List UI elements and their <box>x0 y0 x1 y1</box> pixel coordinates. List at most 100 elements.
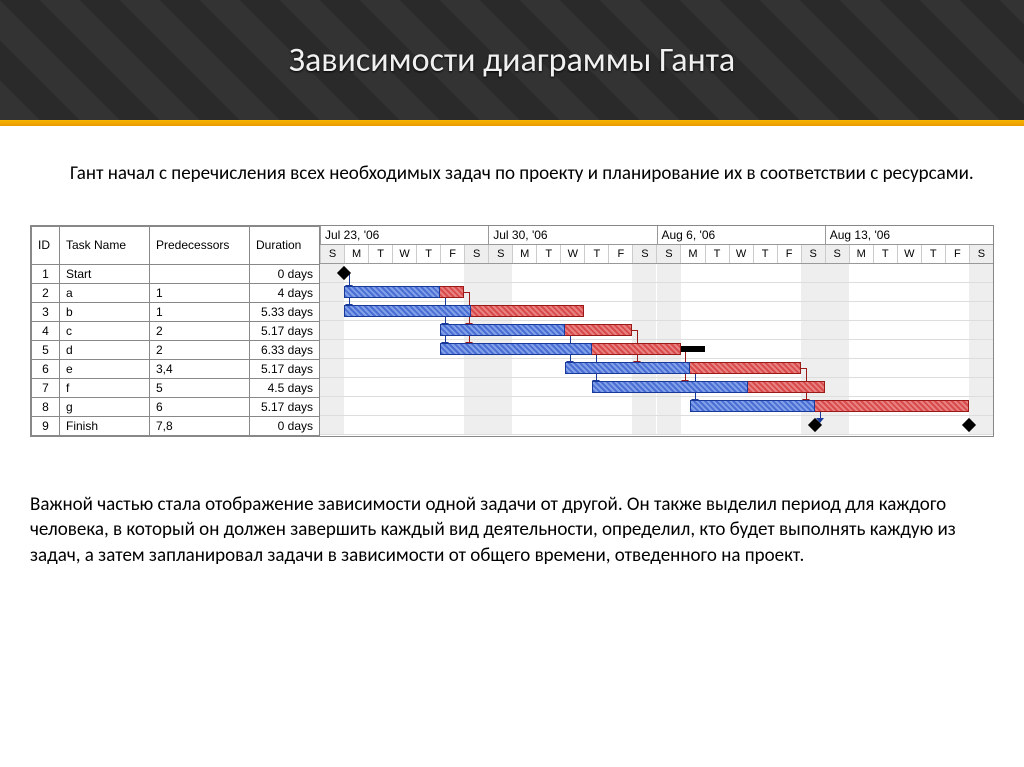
timeline: Jul 23, '06Jul 30, '06Aug 6, '06Aug 13, … <box>320 226 993 436</box>
day-label: M <box>344 245 368 263</box>
day-label: F <box>608 245 632 263</box>
table-row: 1Start 0 days <box>32 264 320 283</box>
day-label: S <box>464 245 488 263</box>
col-name: Task Name <box>60 226 150 264</box>
cell-dur: 5.33 days <box>250 302 320 321</box>
cell-dur: 0 days <box>250 264 320 283</box>
day-label: F <box>945 245 969 263</box>
cell-dur: 6.33 days <box>250 340 320 359</box>
cell-name: Finish <box>60 416 150 435</box>
cell-name: c <box>60 321 150 340</box>
day-label: S <box>801 245 825 263</box>
day-label: W <box>560 245 584 263</box>
day-label: S <box>656 245 680 263</box>
cell-dur: 5.17 days <box>250 321 320 340</box>
cell-name: b <box>60 302 150 321</box>
day-label: T <box>705 245 729 263</box>
slide-content: Гант начал с перечисления всех необходим… <box>0 126 1024 569</box>
cell-pred: 2 <box>150 340 250 359</box>
slide-header: Зависимости диаграммы Ганта <box>0 0 1024 120</box>
table-row: 8g65.17 days <box>32 397 320 416</box>
timeline-weeks: Jul 23, '06Jul 30, '06Aug 6, '06Aug 13, … <box>320 226 993 245</box>
table-row: 3b15.33 days <box>32 302 320 321</box>
timeline-days: SMTWTFSSMTWTFSSMTWTFSSMTWTFS <box>320 245 993 264</box>
col-id: ID <box>32 226 60 264</box>
day-label: T <box>536 245 560 263</box>
gantt-row <box>320 264 993 283</box>
day-label: T <box>753 245 777 263</box>
task-table-header-row: ID Task Name Predecessors Duration <box>32 226 320 264</box>
cell-id: 6 <box>32 359 60 378</box>
gantt-bar-blue <box>344 305 471 317</box>
outtro-paragraph: Важной частью стала отображение зависимо… <box>30 492 994 569</box>
cell-id: 7 <box>32 378 60 397</box>
cell-pred: 5 <box>150 378 250 397</box>
cell-name: Start <box>60 264 150 283</box>
day-label: S <box>825 245 849 263</box>
gantt-bar-blue <box>592 381 748 393</box>
gantt-bar-red <box>801 400 969 412</box>
gantt-bar-blue <box>565 362 690 374</box>
cell-id: 2 <box>32 283 60 302</box>
table-row: 9Finish7,80 days <box>32 416 320 435</box>
day-label: M <box>849 245 873 263</box>
cell-pred: 1 <box>150 283 250 302</box>
day-label: T <box>416 245 440 263</box>
task-table: ID Task Name Predecessors Duration 1Star… <box>31 226 320 436</box>
cell-id: 1 <box>32 264 60 283</box>
cell-pred: 1 <box>150 302 250 321</box>
cell-id: 8 <box>32 397 60 416</box>
day-label: T <box>873 245 897 263</box>
cell-pred: 7,8 <box>150 416 250 435</box>
slide-title: Зависимости диаграммы Ганта <box>289 40 735 81</box>
gantt-row <box>320 416 993 435</box>
col-dur: Duration <box>250 226 320 264</box>
week-label: Jul 30, '06 <box>488 226 656 244</box>
week-label: Aug 13, '06 <box>825 226 993 244</box>
gantt-bar-red <box>464 305 584 317</box>
day-label: W <box>392 245 416 263</box>
table-row: 7f54.5 days <box>32 378 320 397</box>
day-label: M <box>512 245 536 263</box>
cell-name: e <box>60 359 150 378</box>
day-label: T <box>368 245 392 263</box>
cell-pred: 6 <box>150 397 250 416</box>
col-pred: Predecessors <box>150 226 250 264</box>
cell-id: 5 <box>32 340 60 359</box>
gantt-bar-blue <box>690 400 815 412</box>
cell-name: a <box>60 283 150 302</box>
day-label: M <box>680 245 704 263</box>
cell-name: g <box>60 397 150 416</box>
intro-paragraph: Гант начал с перечисления всех необходим… <box>30 161 994 187</box>
cell-name: d <box>60 340 150 359</box>
cell-dur: 5.17 days <box>250 359 320 378</box>
day-label: F <box>440 245 464 263</box>
cell-name: f <box>60 378 150 397</box>
timeline-body <box>320 264 993 435</box>
gantt-bar-blue <box>344 286 440 298</box>
cell-pred: 3,4 <box>150 359 250 378</box>
gantt-bar-blue <box>440 343 591 355</box>
table-row: 4c25.17 days <box>32 321 320 340</box>
cell-dur: 5.17 days <box>250 397 320 416</box>
gantt-row <box>320 321 993 340</box>
gantt-bar-blue <box>440 324 565 336</box>
week-label: Aug 6, '06 <box>657 226 825 244</box>
day-label: S <box>969 245 993 263</box>
day-label: W <box>897 245 921 263</box>
day-label: T <box>921 245 945 263</box>
cell-dur: 0 days <box>250 416 320 435</box>
cell-pred <box>150 264 250 283</box>
week-label: Jul 23, '06 <box>320 226 488 244</box>
day-label: F <box>777 245 801 263</box>
table-row: 5d26.33 days <box>32 340 320 359</box>
day-label: S <box>632 245 656 263</box>
table-row: 2a14 days <box>32 283 320 302</box>
cell-id: 3 <box>32 302 60 321</box>
cell-dur: 4.5 days <box>250 378 320 397</box>
table-row: 6e3,45.17 days <box>32 359 320 378</box>
cell-id: 4 <box>32 321 60 340</box>
cell-pred: 2 <box>150 321 250 340</box>
day-label: W <box>729 245 753 263</box>
day-label: S <box>488 245 512 263</box>
